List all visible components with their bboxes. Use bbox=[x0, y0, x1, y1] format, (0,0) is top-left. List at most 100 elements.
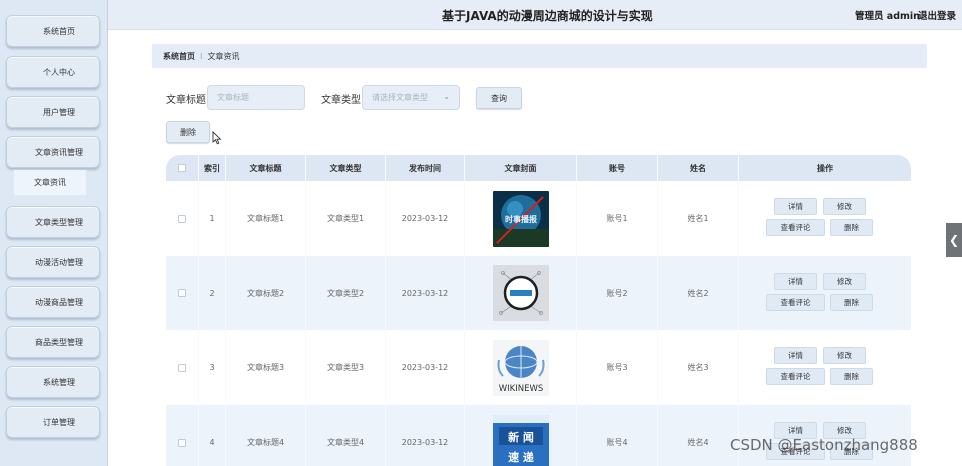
cover-image-4: 新 闻 速 递 bbox=[492, 414, 549, 466]
row-checkbox[interactable] bbox=[178, 438, 186, 447]
cell-index: 1 bbox=[199, 181, 226, 256]
column-header: 文章类型 bbox=[306, 155, 386, 181]
cell-name: 姓名2 bbox=[658, 256, 739, 330]
cell-type: 文章类型3 bbox=[306, 330, 386, 405]
sidebar-item-label: 订单管理 bbox=[43, 417, 75, 427]
row-select-cell bbox=[166, 181, 199, 256]
row-checkbox[interactable] bbox=[178, 363, 186, 372]
sidebar-item-article-types[interactable]: 文章类型管理 bbox=[6, 206, 100, 238]
detail-button[interactable]: 详情 bbox=[774, 273, 817, 290]
edit-button[interactable]: 修改 bbox=[823, 198, 866, 215]
sidebar-item-article-management[interactable]: 文章资讯管理 bbox=[6, 136, 100, 168]
query-button[interactable]: 查询 bbox=[476, 87, 522, 109]
sidebar-item-anime-products[interactable]: 动漫商品管理 bbox=[6, 286, 100, 318]
sidebar-item-system[interactable]: 系统管理 bbox=[6, 366, 100, 398]
cover-image-1: 时事播报 bbox=[492, 190, 549, 247]
table-row: 3 文章标题3 文章类型3 2023-03-12 WIKINEWS 账号3 姓名… bbox=[166, 330, 911, 405]
row-checkbox[interactable] bbox=[178, 214, 186, 223]
title-search-placeholder: 文章标题 bbox=[217, 93, 249, 102]
cell-date: 2023-03-12 bbox=[386, 256, 465, 330]
cell-date: 2023-03-12 bbox=[386, 405, 465, 466]
type-select[interactable]: 请选择文章类型 ⌄ bbox=[362, 85, 460, 110]
cover-4-line1: 新 闻 bbox=[508, 430, 534, 444]
row-select-cell bbox=[166, 256, 199, 330]
sidebar-item-label: 个人中心 bbox=[43, 67, 75, 77]
sidebar-item-users[interactable]: 用户管理 bbox=[6, 96, 100, 128]
sidebar-item-product-types[interactable]: 商品类型管理 bbox=[6, 326, 100, 358]
sidebar-item-label: 文章类型管理 bbox=[35, 217, 83, 227]
sidebar-item-label: 系统管理 bbox=[43, 377, 75, 387]
row-select-cell bbox=[166, 405, 199, 466]
title-search-input[interactable]: 文章标题 bbox=[207, 85, 305, 110]
delete-row-button[interactable]: 删除 bbox=[830, 368, 873, 385]
sidebar-item-anime-events[interactable]: 动漫活动管理 bbox=[6, 246, 100, 278]
detail-button[interactable]: 详情 bbox=[774, 347, 817, 364]
current-user: 管理员 admin bbox=[855, 11, 920, 22]
cell-date: 2023-03-12 bbox=[386, 330, 465, 405]
cell-account: 账号3 bbox=[577, 330, 658, 405]
column-header: 账号 bbox=[577, 155, 658, 181]
column-header: 文章封面 bbox=[465, 155, 577, 181]
cell-name: 姓名4 bbox=[658, 405, 739, 466]
sidebar-item-orders[interactable]: 订单管理 bbox=[6, 406, 100, 438]
cell-name: 姓名1 bbox=[658, 181, 739, 256]
sidebar-item-label: 用户管理 bbox=[43, 107, 75, 117]
cell-account: 账号2 bbox=[577, 256, 658, 330]
cell-account: 账号4 bbox=[577, 405, 658, 466]
select-all-checkbox[interactable] bbox=[178, 164, 186, 172]
cell-index: 2 bbox=[199, 256, 226, 330]
view-comments-button[interactable]: 查看评论 bbox=[766, 368, 825, 385]
breadcrumb-separator-icon: ⁝ bbox=[200, 51, 203, 61]
cell-title: 文章标题1 bbox=[226, 181, 306, 256]
watermark: CSDN @Eastonzhang888 bbox=[730, 436, 918, 454]
cover-image-2 bbox=[492, 265, 549, 321]
column-header: 操作 bbox=[817, 163, 833, 173]
cover-3-caption: WIKINEWS bbox=[498, 384, 543, 394]
column-header: 文章标题 bbox=[226, 155, 306, 181]
delete-row-button[interactable]: 删除 bbox=[830, 294, 873, 311]
cell-cover: WIKINEWS bbox=[465, 330, 577, 405]
cell-type: 文章类型4 bbox=[306, 405, 386, 466]
logout-link[interactable]: 退出登录 bbox=[918, 8, 956, 22]
edit-button[interactable]: 修改 bbox=[823, 347, 866, 364]
articles-table: 索引 文章标题 文章类型 发布时间 文章封面 账号 姓名 操作 1 文章标题1 … bbox=[166, 155, 911, 466]
view-comments-button[interactable]: 查看评论 bbox=[766, 219, 825, 236]
view-comments-button[interactable]: 查看评论 bbox=[766, 294, 825, 311]
sidebar-item-home[interactable]: 系统首页 bbox=[6, 15, 100, 47]
cell-type: 文章类型2 bbox=[306, 256, 386, 330]
sidebar-item-label: 文章资讯管理 bbox=[35, 147, 83, 157]
edit-button[interactable]: 修改 bbox=[823, 273, 866, 290]
title-filter-label: 文章标题 bbox=[166, 95, 206, 106]
cell-type: 文章类型1 bbox=[306, 181, 386, 256]
chevron-down-icon: ⌄ bbox=[443, 92, 450, 101]
cell-date: 2023-03-12 bbox=[386, 181, 465, 256]
sidebar-item-label: 动漫商品管理 bbox=[35, 297, 83, 307]
breadcrumb-home[interactable]: 系统首页 bbox=[163, 51, 195, 62]
app-title: 基于JAVA的动漫周边商城的设计与实现 bbox=[442, 9, 653, 23]
select-all-cell bbox=[166, 155, 199, 181]
sidebar-item-label: 商品类型管理 bbox=[35, 337, 83, 347]
cell-cover: 时事播报 bbox=[465, 181, 577, 256]
sidebar: 系统首页 个人中心 用户管理 文章资讯管理 文章资讯 文章类型管理 动漫活动管理… bbox=[0, 0, 108, 466]
cell-actions: 详情 修改 查看评论 删除 bbox=[739, 181, 911, 256]
breadcrumb-current: 文章资讯 bbox=[207, 51, 240, 61]
cell-actions: 详情 修改 查看评论 删除 bbox=[739, 256, 911, 330]
collapse-tab-chevron-icon[interactable]: ❮ bbox=[946, 223, 962, 257]
sidebar-subitem-articles[interactable]: 文章资讯 bbox=[14, 170, 86, 195]
column-header: 索引 bbox=[199, 155, 226, 181]
sidebar-item-label: 系统首页 bbox=[43, 26, 75, 36]
row-select-cell bbox=[166, 330, 199, 405]
row-checkbox[interactable] bbox=[178, 289, 186, 297]
sidebar-item-profile[interactable]: 个人中心 bbox=[6, 56, 100, 88]
column-header: 发布时间 bbox=[386, 155, 465, 181]
table-header-row: 索引 文章标题 文章类型 发布时间 文章封面 账号 姓名 操作 bbox=[166, 155, 911, 181]
breadcrumb: 系统首页 ⁝ 文章资讯 bbox=[152, 44, 927, 68]
cell-title: 文章标题3 bbox=[226, 330, 306, 405]
cell-name: 姓名3 bbox=[658, 330, 739, 405]
delete-row-button[interactable]: 删除 bbox=[830, 219, 873, 236]
cell-cover: 新 闻 速 递 bbox=[465, 405, 577, 466]
type-select-placeholder: 请选择文章类型 bbox=[372, 93, 428, 102]
cell-account: 账号1 bbox=[577, 181, 658, 256]
detail-button[interactable]: 详情 bbox=[774, 198, 817, 215]
delete-selected-button[interactable]: 删除 bbox=[166, 121, 210, 143]
